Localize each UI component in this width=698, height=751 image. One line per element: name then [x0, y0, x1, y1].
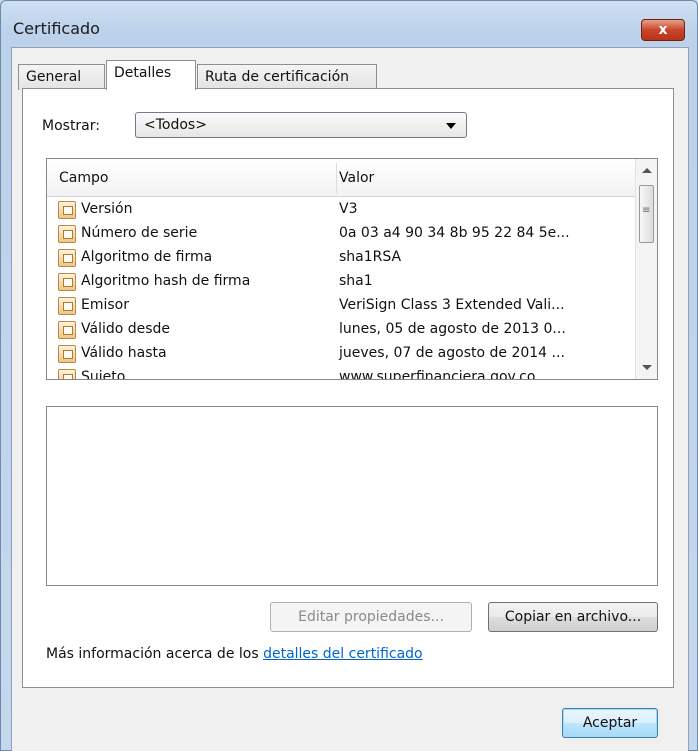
row-campo: Válido hasta [81, 345, 167, 361]
row-campo: Emisor [81, 297, 129, 313]
row-campo: Número de serie [81, 225, 198, 241]
table-row[interactable]: Válido desde lunes, 05 de agosto de 2013… [47, 319, 635, 343]
tab-detalles[interactable]: Detalles [106, 60, 196, 90]
row-campo: Versión [81, 201, 133, 217]
table-row[interactable]: Versión V3 [47, 199, 635, 223]
row-valor: www.superfinanciera.gov.co... [339, 369, 549, 380]
scroll-up-icon[interactable] [642, 168, 652, 173]
show-select-value: <Todos> [144, 117, 207, 133]
table-row[interactable]: Válido hasta jueves, 07 de agosto de 201… [47, 343, 635, 367]
close-button[interactable]: x [641, 19, 685, 41]
scrollbar-thumb[interactable] [639, 185, 654, 243]
row-campo: Algoritmo hash de firma [81, 273, 251, 289]
certificate-field-icon [58, 369, 76, 379]
ok-button[interactable]: Aceptar [562, 708, 658, 738]
row-campo: Sujeto [81, 369, 126, 380]
tab-ruta-certificacion[interactable]: Ruta de certificación [197, 64, 377, 90]
window-title: Certificado [13, 19, 100, 38]
row-valor: jueves, 07 de agosto de 2014 ... [339, 345, 565, 361]
table-row[interactable]: Sujeto www.superfinanciera.gov.co... [47, 367, 635, 380]
vertical-scrollbar[interactable] [635, 159, 657, 379]
scroll-down-icon[interactable] [642, 365, 652, 370]
row-valor: 0a 03 a4 90 34 8b 95 22 84 5e... [339, 225, 570, 241]
row-campo: Válido desde [81, 321, 171, 337]
certificate-field-icon [58, 297, 76, 315]
certificate-field-icon [58, 201, 76, 219]
column-divider[interactable] [336, 163, 337, 193]
close-icon: x [658, 22, 668, 38]
field-value-textarea[interactable] [46, 406, 658, 586]
table-row[interactable]: Número de serie 0a 03 a4 90 34 8b 95 22 … [47, 223, 635, 247]
certificate-field-icon [58, 345, 76, 363]
row-valor: sha1RSA [339, 249, 402, 265]
chevron-down-icon [446, 123, 456, 129]
more-info-text: Más información acerca de los detalles d… [46, 646, 423, 662]
certificate-details-link[interactable]: detalles del certificado [263, 646, 423, 662]
show-label: Mostrar: [42, 118, 100, 134]
more-info-label: Más información acerca de los [46, 646, 264, 662]
row-valor: lunes, 05 de agosto de 2013 0... [339, 321, 566, 337]
title-bar: Certificado x [1, 1, 697, 47]
table-row[interactable]: Emisor VeriSign Class 3 Extended Vali... [47, 295, 635, 319]
show-select[interactable]: <Todos> [135, 112, 467, 138]
tab-general[interactable]: General [18, 64, 105, 90]
certificate-field-icon [58, 225, 76, 243]
row-valor: sha1 [339, 273, 373, 289]
column-header-campo[interactable]: Campo [59, 170, 108, 186]
edit-properties-button[interactable]: Editar propiedades... [270, 602, 472, 632]
certificate-field-icon [58, 321, 76, 339]
table-row[interactable]: Algoritmo de firma sha1RSA [47, 247, 635, 271]
column-header-valor[interactable]: Valor [339, 170, 374, 186]
row-campo: Algoritmo de firma [81, 249, 213, 265]
certificate-field-icon [58, 249, 76, 267]
row-valor: V3 [339, 201, 358, 217]
list-header: Campo Valor [47, 159, 635, 197]
fields-list[interactable]: Campo Valor Versión V3 Número de serie 0… [46, 158, 658, 380]
row-valor: VeriSign Class 3 Extended Vali... [339, 297, 565, 313]
certificate-field-icon [58, 273, 76, 291]
copy-to-file-button[interactable]: Copiar en archivo... [488, 602, 658, 632]
table-row[interactable]: Algoritmo hash de firma sha1 [47, 271, 635, 295]
